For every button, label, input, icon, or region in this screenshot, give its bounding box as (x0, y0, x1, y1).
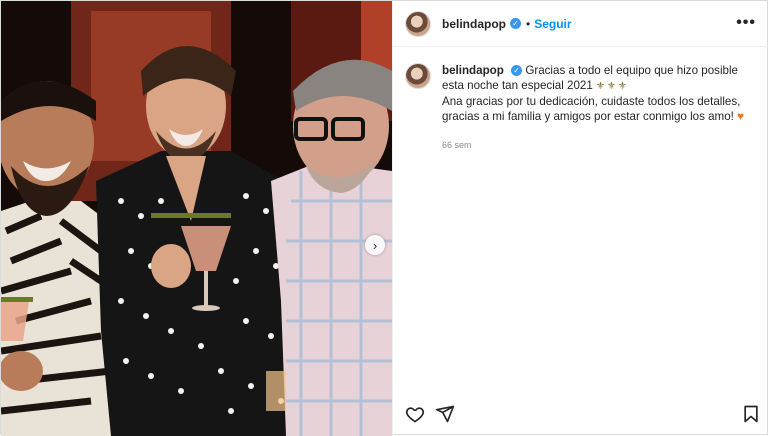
verified-icon: ✓ (510, 18, 521, 29)
caption-username[interactable]: belindapop (442, 64, 504, 77)
bookmark-icon[interactable] (741, 404, 763, 426)
post-photo[interactable]: › (1, 1, 392, 436)
caption-avatar[interactable] (405, 63, 431, 89)
next-photo-button[interactable]: › (365, 235, 385, 255)
orange-heart-emoji: ♥ (737, 110, 745, 123)
heart-icon[interactable] (405, 404, 427, 426)
action-bar (393, 404, 768, 436)
share-icon[interactable] (435, 404, 457, 426)
follow-button[interactable]: Seguir (534, 17, 571, 31)
post-sidebar: belindapop ✓ • Seguir ••• belindapop ✓ G… (392, 1, 768, 436)
more-icon[interactable]: ••• (736, 14, 756, 32)
avatar[interactable] (405, 10, 431, 37)
post-time[interactable]: 66 sem (442, 138, 761, 153)
instagram-post: › belindapop ✓ • Seguir ••• belindapop ✓… (0, 0, 768, 436)
verified-icon: ✓ (511, 65, 523, 77)
photo-illustration (1, 1, 392, 436)
separator-dot: • (526, 16, 531, 31)
chevron-right-icon: › (372, 237, 378, 253)
header-username[interactable]: belindapop (442, 17, 506, 31)
caption-line-2: Ana gracias por tu dedicación, cuidaste … (442, 95, 741, 123)
post-header: belindapop ✓ • Seguir ••• (393, 1, 768, 47)
caption: belindapop ✓ Gracias a todo el equipo qu… (405, 63, 761, 153)
caption-body: belindapop ✓ Gracias a todo el equipo qu… (442, 63, 761, 153)
fleur-de-lis-emoji: ⚜⚜⚜ (596, 81, 629, 92)
